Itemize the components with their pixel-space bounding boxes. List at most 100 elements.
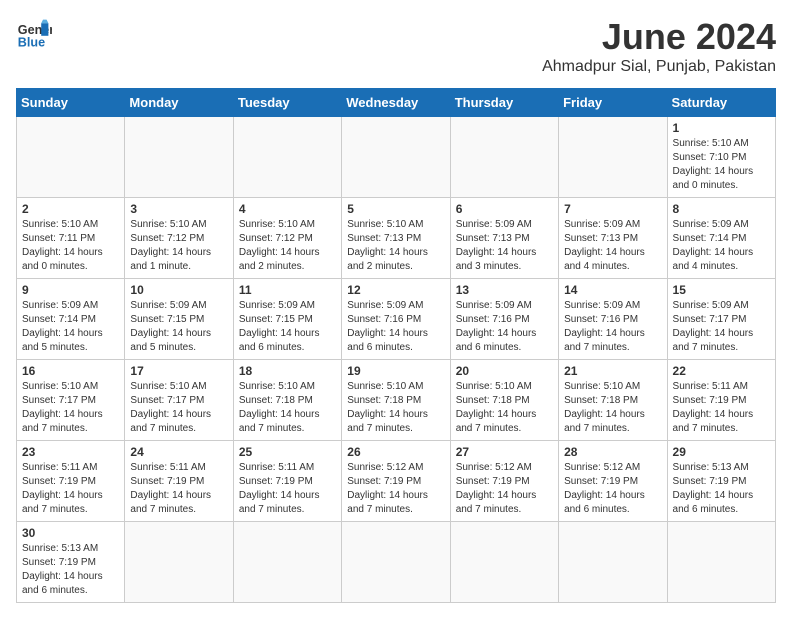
calendar-cell: 2 Sunrise: 5:10 AM Sunset: 7:11 PM Daylig… (17, 198, 125, 279)
svg-text:Blue: Blue (18, 36, 45, 50)
day-number: 14 (564, 283, 661, 297)
week-row-2: 2 Sunrise: 5:10 AM Sunset: 7:11 PM Daylig… (17, 198, 776, 279)
day-number: 30 (22, 526, 119, 540)
calendar-cell (17, 117, 125, 198)
weekday-header-saturday: Saturday (667, 89, 775, 117)
calendar-cell (559, 117, 667, 198)
day-info: Sunrise: 5:10 AM Sunset: 7:11 PM Dayligh… (22, 218, 119, 274)
weekday-header-monday: Monday (125, 89, 233, 117)
day-number: 25 (239, 445, 336, 459)
location-title: Ahmadpur Sial, Punjab, Pakistan (542, 58, 776, 76)
day-number: 6 (456, 202, 553, 216)
calendar-cell: 22 Sunrise: 5:11 AM Sunset: 7:19 PM Dayli… (667, 360, 775, 441)
calendar-cell: 19Sunrise: 5:10 AM Sunset: 7:18 PM Dayli… (342, 360, 450, 441)
month-title: June 2024 (542, 16, 776, 58)
calendar-cell: 3 Sunrise: 5:10 AM Sunset: 7:12 PM Daylig… (125, 198, 233, 279)
calendar-cell (342, 522, 450, 603)
calendar-cell: 29 Sunrise: 5:13 AM Sunset: 7:19 PM Dayli… (667, 441, 775, 522)
calendar-cell (559, 522, 667, 603)
calendar-cell: 12Sunrise: 5:09 AM Sunset: 7:16 PM Dayli… (342, 279, 450, 360)
day-number: 21 (564, 364, 661, 378)
calendar-cell: 14 Sunrise: 5:09 AM Sunset: 7:16 PM Dayli… (559, 279, 667, 360)
day-info: Sunrise: 5:10 AM Sunset: 7:18 PM Dayligh… (347, 380, 444, 436)
calendar-cell (667, 522, 775, 603)
weekday-header-wednesday: Wednesday (342, 89, 450, 117)
day-number: 10 (130, 283, 227, 297)
day-info: Sunrise: 5:10 AM Sunset: 7:12 PM Dayligh… (130, 218, 227, 274)
calendar-cell: 26 Sunrise: 5:12 AM Sunset: 7:19 PM Dayli… (342, 441, 450, 522)
day-info: Sunrise: 5:12 AM Sunset: 7:19 PM Dayligh… (564, 461, 661, 517)
week-row-4: 16Sunrise: 5:10 AM Sunset: 7:17 PM Dayli… (17, 360, 776, 441)
calendar-cell: 23 Sunrise: 5:11 AM Sunset: 7:19 PM Dayli… (17, 441, 125, 522)
calendar-cell: 15 Sunrise: 5:09 AM Sunset: 7:17 PM Dayli… (667, 279, 775, 360)
calendar-cell: 27 Sunrise: 5:12 AM Sunset: 7:19 PM Dayli… (450, 441, 558, 522)
day-info: Sunrise: 5:11 AM Sunset: 7:19 PM Dayligh… (22, 461, 119, 517)
day-number: 3 (130, 202, 227, 216)
calendar-cell (125, 522, 233, 603)
day-info: Sunrise: 5:09 AM Sunset: 7:14 PM Dayligh… (22, 299, 119, 355)
calendar-cell: 5Sunrise: 5:10 AM Sunset: 7:13 PM Daylig… (342, 198, 450, 279)
calendar-cell: 18 Sunrise: 5:10 AM Sunset: 7:18 PM Dayli… (233, 360, 341, 441)
day-number: 23 (22, 445, 119, 459)
calendar-cell: 1 Sunrise: 5:10 AM Sunset: 7:10 PM Daylig… (667, 117, 775, 198)
day-number: 11 (239, 283, 336, 297)
day-number: 29 (673, 445, 770, 459)
calendar-cell (450, 117, 558, 198)
day-info: Sunrise: 5:13 AM Sunset: 7:19 PM Dayligh… (22, 542, 119, 598)
calendar-cell: 30 Sunrise: 5:13 AM Sunset: 7:19 PM Dayli… (17, 522, 125, 603)
day-number: 12 (347, 283, 444, 297)
day-info: Sunrise: 5:09 AM Sunset: 7:13 PM Dayligh… (456, 218, 553, 274)
calendar-cell: 6 Sunrise: 5:09 AM Sunset: 7:13 PM Daylig… (450, 198, 558, 279)
day-number: 18 (239, 364, 336, 378)
day-info: Sunrise: 5:09 AM Sunset: 7:15 PM Dayligh… (130, 299, 227, 355)
day-number: 1 (673, 121, 770, 135)
day-info: Sunrise: 5:10 AM Sunset: 7:17 PM Dayligh… (22, 380, 119, 436)
calendar-cell (125, 117, 233, 198)
day-info: Sunrise: 5:10 AM Sunset: 7:18 PM Dayligh… (239, 380, 336, 436)
day-info: Sunrise: 5:11 AM Sunset: 7:19 PM Dayligh… (239, 461, 336, 517)
calendar-cell: 28Sunrise: 5:12 AM Sunset: 7:19 PM Dayli… (559, 441, 667, 522)
day-number: 24 (130, 445, 227, 459)
title-block: June 2024 Ahmadpur Sial, Punjab, Pakista… (542, 16, 776, 76)
day-info: Sunrise: 5:10 AM Sunset: 7:10 PM Dayligh… (673, 137, 770, 193)
day-info: Sunrise: 5:12 AM Sunset: 7:19 PM Dayligh… (456, 461, 553, 517)
day-info: Sunrise: 5:09 AM Sunset: 7:15 PM Dayligh… (239, 299, 336, 355)
calendar-cell: 25 Sunrise: 5:11 AM Sunset: 7:19 PM Dayli… (233, 441, 341, 522)
day-info: Sunrise: 5:09 AM Sunset: 7:13 PM Dayligh… (564, 218, 661, 274)
calendar-cell: 21Sunrise: 5:10 AM Sunset: 7:18 PM Dayli… (559, 360, 667, 441)
week-row-1: 1 Sunrise: 5:10 AM Sunset: 7:10 PM Daylig… (17, 117, 776, 198)
calendar-cell: 10 Sunrise: 5:09 AM Sunset: 7:15 PM Dayli… (125, 279, 233, 360)
day-number: 2 (22, 202, 119, 216)
day-info: Sunrise: 5:09 AM Sunset: 7:16 PM Dayligh… (456, 299, 553, 355)
calendar-cell: 13 Sunrise: 5:09 AM Sunset: 7:16 PM Dayli… (450, 279, 558, 360)
day-info: Sunrise: 5:09 AM Sunset: 7:17 PM Dayligh… (673, 299, 770, 355)
day-number: 17 (130, 364, 227, 378)
calendar-cell (342, 117, 450, 198)
calendar-table: SundayMondayTuesdayWednesdayThursdayFrid… (16, 88, 776, 603)
calendar-cell: 7 Sunrise: 5:09 AM Sunset: 7:13 PM Daylig… (559, 198, 667, 279)
day-number: 9 (22, 283, 119, 297)
day-info: Sunrise: 5:09 AM Sunset: 7:16 PM Dayligh… (564, 299, 661, 355)
day-info: Sunrise: 5:13 AM Sunset: 7:19 PM Dayligh… (673, 461, 770, 517)
calendar-cell: 8 Sunrise: 5:09 AM Sunset: 7:14 PM Daylig… (667, 198, 775, 279)
calendar-cell: 17Sunrise: 5:10 AM Sunset: 7:17 PM Dayli… (125, 360, 233, 441)
calendar-cell (450, 522, 558, 603)
calendar-header-row: SundayMondayTuesdayWednesdayThursdayFrid… (17, 89, 776, 117)
day-number: 5 (347, 202, 444, 216)
day-number: 13 (456, 283, 553, 297)
day-number: 8 (673, 202, 770, 216)
weekday-header-tuesday: Tuesday (233, 89, 341, 117)
day-info: Sunrise: 5:11 AM Sunset: 7:19 PM Dayligh… (673, 380, 770, 436)
day-number: 20 (456, 364, 553, 378)
day-number: 27 (456, 445, 553, 459)
week-row-6: 30 Sunrise: 5:13 AM Sunset: 7:19 PM Dayli… (17, 522, 776, 603)
calendar-cell: 11 Sunrise: 5:09 AM Sunset: 7:15 PM Dayli… (233, 279, 341, 360)
day-number: 22 (673, 364, 770, 378)
day-info: Sunrise: 5:12 AM Sunset: 7:19 PM Dayligh… (347, 461, 444, 517)
day-number: 26 (347, 445, 444, 459)
day-info: Sunrise: 5:09 AM Sunset: 7:14 PM Dayligh… (673, 218, 770, 274)
day-number: 15 (673, 283, 770, 297)
calendar-cell (233, 522, 341, 603)
day-number: 7 (564, 202, 661, 216)
day-number: 4 (239, 202, 336, 216)
